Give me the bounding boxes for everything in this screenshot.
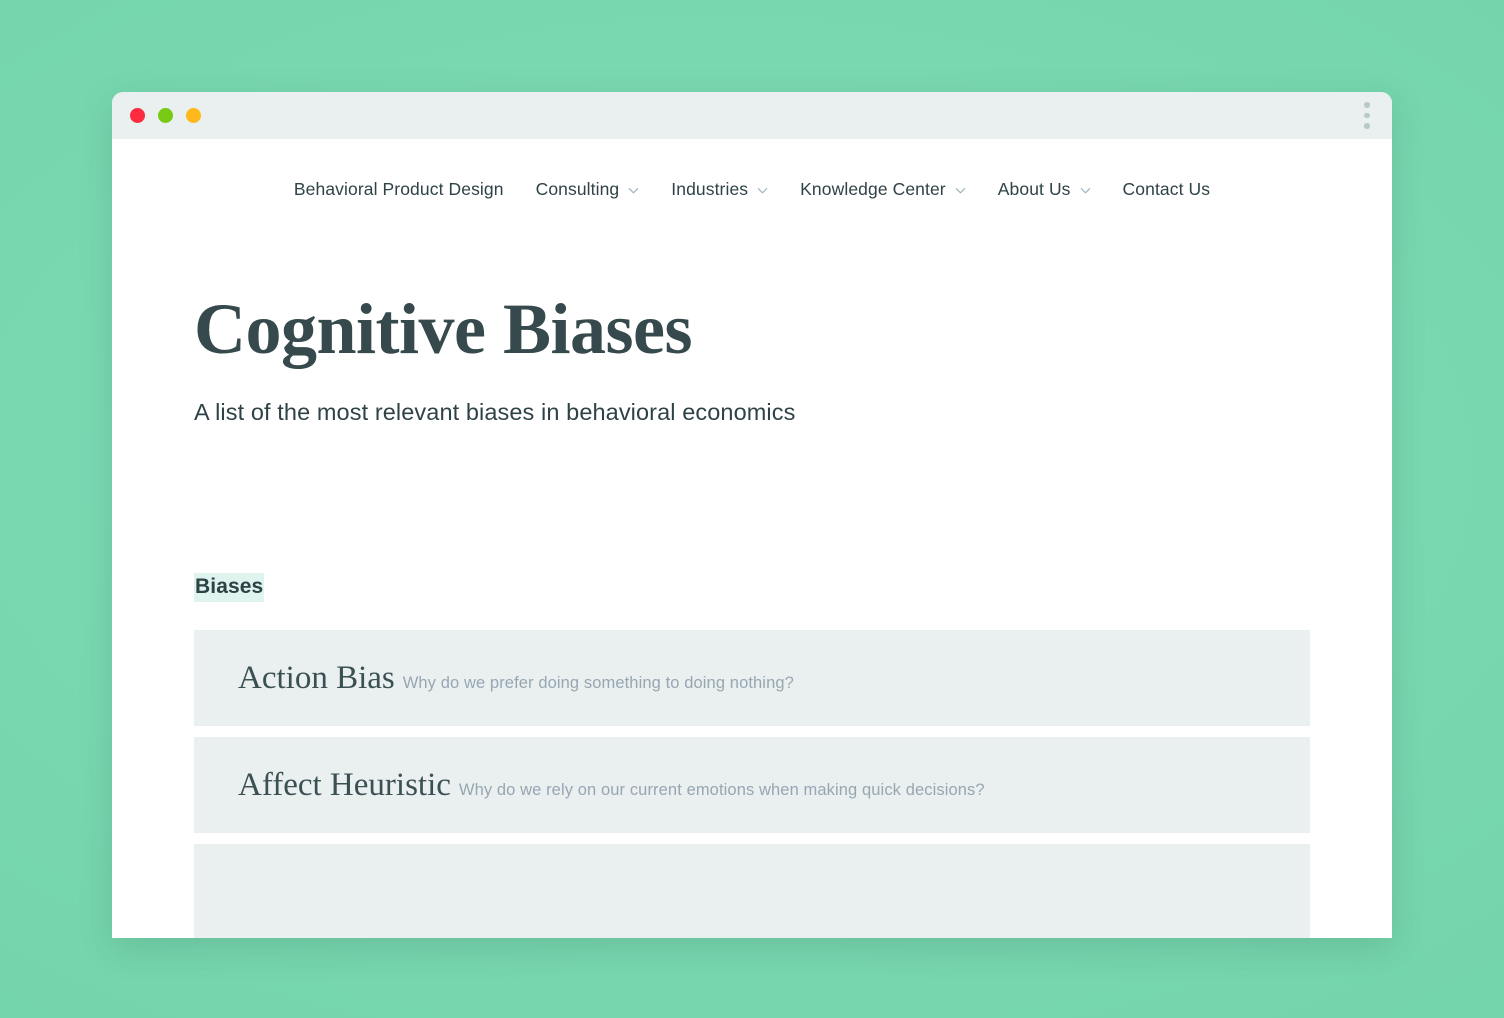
traffic-light-controls <box>130 92 201 139</box>
list-item[interactable]: Affect Heuristic Why do we rely on our c… <box>194 737 1310 833</box>
page-title: Cognitive Biases <box>194 289 693 369</box>
bias-row: Affect Heuristic Why do we rely on our c… <box>238 767 985 803</box>
kebab-dot <box>1364 102 1370 108</box>
maximize-window-button[interactable] <box>186 108 201 123</box>
minimize-window-button[interactable] <box>158 108 173 123</box>
nav-item-label: Industries <box>671 179 749 199</box>
nav-item-label: Consulting <box>535 179 620 199</box>
nav-item-about-us[interactable]: About Us <box>982 175 1107 204</box>
nav-item-label: Knowledge Center <box>800 179 946 199</box>
bias-description: Why do we prefer doing something to doin… <box>402 673 794 692</box>
nav-item-industries[interactable]: Industries <box>655 175 784 204</box>
bias-row: Action Bias Why do we prefer doing somet… <box>238 660 794 696</box>
nav-item-label: Contact Us <box>1122 179 1211 199</box>
kebab-menu-icon[interactable] <box>1358 92 1376 139</box>
page-subtitle: A list of the most relevant biases in be… <box>194 399 796 425</box>
nav-item-contact-us[interactable]: Contact Us <box>1107 175 1227 204</box>
kebab-dot <box>1364 112 1370 119</box>
chevron-down-icon <box>1080 185 1091 196</box>
biases-section: Biases Action Bias Why do we prefer doin… <box>112 573 1392 938</box>
kebab-dot <box>1364 123 1370 129</box>
nav-item-label: About Us <box>997 179 1071 199</box>
list-item[interactable]: Action Bias Why do we prefer doing somet… <box>194 630 1310 726</box>
bias-description: Why do we rely on our current emotions w… <box>458 780 985 799</box>
bias-list: Action Bias Why do we prefer doing somet… <box>194 630 1310 938</box>
chevron-down-icon <box>757 185 768 196</box>
browser-window: Behavioral Product Design Consulting Ind… <box>112 92 1392 938</box>
nav-item-knowledge-center[interactable]: Knowledge Center <box>784 175 982 204</box>
nav-item-behavioral-product-design[interactable]: Behavioral Product Design <box>278 175 520 204</box>
chevron-down-icon <box>628 185 639 196</box>
page-viewport: Behavioral Product Design Consulting Ind… <box>112 139 1392 938</box>
close-window-button[interactable] <box>130 108 145 123</box>
list-item[interactable] <box>194 844 1310 938</box>
bias-name: Affect Heuristic <box>238 766 451 803</box>
nav-item-label: Behavioral Product Design <box>293 179 504 199</box>
hero-section: Cognitive Biases A list of the most rele… <box>112 215 1392 426</box>
section-heading: Biases <box>194 573 265 602</box>
section-heading-wrapper: Biases <box>194 573 1310 602</box>
bias-name: Action Bias <box>238 659 395 696</box>
chevron-down-icon <box>955 185 966 196</box>
browser-titlebar <box>112 92 1392 139</box>
site-navigation: Behavioral Product Design Consulting Ind… <box>112 139 1392 215</box>
nav-item-consulting[interactable]: Consulting <box>520 175 656 204</box>
